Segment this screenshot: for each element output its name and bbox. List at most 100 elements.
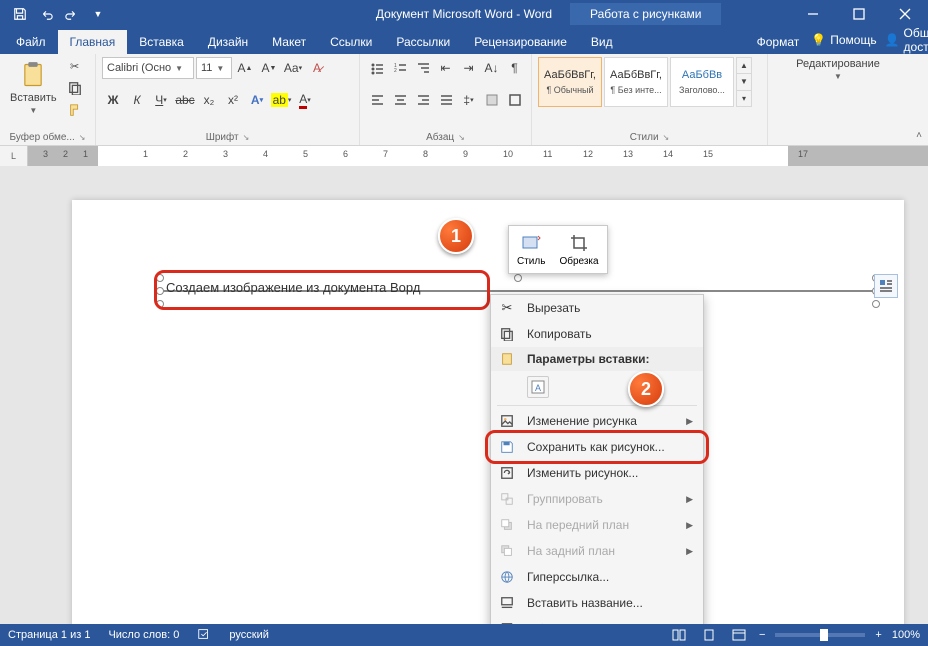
paste-button[interactable]: Вставить ▼ bbox=[6, 57, 61, 117]
resize-handle[interactable] bbox=[156, 287, 164, 295]
font-name-combo[interactable]: Calibri (Осно▼ bbox=[102, 57, 194, 79]
subscript-button[interactable]: x₂ bbox=[198, 89, 220, 111]
mini-crop-button[interactable]: Обрезка bbox=[555, 230, 602, 269]
superscript-button[interactable]: x² bbox=[222, 89, 244, 111]
tab-design[interactable]: Дизайн bbox=[196, 30, 260, 54]
tab-review[interactable]: Рецензирование bbox=[462, 30, 579, 54]
redo-icon[interactable] bbox=[62, 4, 82, 24]
style-heading1[interactable]: АаБбВвЗаголово... bbox=[670, 57, 734, 107]
tab-file[interactable]: Файл bbox=[4, 30, 58, 54]
line-spacing-button[interactable]: ‡▾ bbox=[458, 89, 479, 111]
dialog-launcher-icon[interactable]: ↘ bbox=[243, 133, 250, 142]
align-center-button[interactable] bbox=[389, 89, 410, 111]
resize-handle[interactable] bbox=[156, 300, 164, 308]
tab-insert[interactable]: Вставка bbox=[127, 30, 196, 54]
align-right-button[interactable] bbox=[412, 89, 433, 111]
resize-handle[interactable] bbox=[514, 274, 522, 282]
multilevel-button[interactable] bbox=[412, 57, 433, 79]
ctx-hyperlink[interactable]: Гиперссылка... bbox=[491, 564, 703, 590]
share-button[interactable]: 👤Общий доступ bbox=[885, 26, 928, 54]
horizontal-ruler[interactable]: 321 123 456 789 101112 131415 17 bbox=[28, 146, 928, 166]
style-normal[interactable]: АаБбВвГг,¶ Обычный bbox=[538, 57, 602, 107]
ctx-save-as-picture[interactable]: Сохранить как рисунок... bbox=[491, 434, 703, 460]
text-effects-button[interactable]: A▾ bbox=[246, 89, 268, 111]
status-language[interactable]: русский bbox=[229, 629, 268, 641]
change-case-button[interactable]: Aa▾ bbox=[282, 57, 304, 79]
gallery-expand-button[interactable]: ▾ bbox=[737, 91, 751, 106]
format-painter-button[interactable] bbox=[65, 101, 85, 119]
ruler-corner[interactable]: L bbox=[0, 146, 28, 166]
show-marks-button[interactable]: ¶ bbox=[504, 57, 525, 79]
underline-button[interactable]: Ч▾ bbox=[150, 89, 172, 111]
resize-handle[interactable] bbox=[872, 300, 880, 308]
tab-layout[interactable]: Макет bbox=[260, 30, 318, 54]
ruler-area: L 321 123 456 789 101112 131415 17 bbox=[0, 146, 928, 166]
editing-dropdown[interactable]: Редактирование ▼ bbox=[792, 57, 884, 83]
view-web-button[interactable] bbox=[729, 627, 749, 643]
gallery-up-button[interactable]: ▲ bbox=[737, 58, 751, 74]
scissors-icon: ✂ bbox=[70, 60, 79, 73]
italic-button[interactable]: К bbox=[126, 89, 148, 111]
status-page[interactable]: Страница 1 из 1 bbox=[8, 629, 90, 641]
dialog-launcher-icon[interactable]: ↘ bbox=[663, 133, 670, 142]
grow-font-button[interactable]: A▲ bbox=[234, 57, 256, 79]
bold-button[interactable]: Ж bbox=[102, 89, 124, 111]
bullets-button[interactable] bbox=[366, 57, 387, 79]
minimize-button[interactable] bbox=[790, 0, 836, 28]
status-words[interactable]: Число слов: 0 bbox=[108, 629, 179, 641]
qat-dropdown-icon[interactable]: ▼ bbox=[88, 4, 108, 24]
increase-indent-button[interactable]: ⇥ bbox=[458, 57, 479, 79]
close-button[interactable] bbox=[882, 0, 928, 28]
resize-handle[interactable] bbox=[156, 274, 164, 282]
borders-button[interactable] bbox=[504, 89, 525, 111]
numbering-button[interactable]: 12 bbox=[389, 57, 410, 79]
spellcheck-icon[interactable] bbox=[197, 627, 211, 644]
tab-home[interactable]: Главная bbox=[58, 30, 128, 54]
mini-style-button[interactable]: Стиль bbox=[513, 230, 549, 269]
ctx-copy[interactable]: Копировать bbox=[491, 321, 703, 347]
dialog-launcher-icon[interactable]: ↘ bbox=[79, 133, 86, 142]
zoom-slider[interactable] bbox=[775, 633, 865, 637]
justify-button[interactable] bbox=[435, 89, 456, 111]
style-no-spacing[interactable]: АаБбВвГг,¶ Без инте... bbox=[604, 57, 668, 107]
paste-picture-button[interactable]: A bbox=[527, 376, 549, 398]
view-print-button[interactable] bbox=[699, 627, 719, 643]
highlight-button[interactable]: ab▾ bbox=[270, 89, 292, 111]
ctx-cut[interactable]: ✂Вырезать bbox=[491, 295, 703, 321]
strike-button[interactable]: abc bbox=[174, 89, 196, 111]
view-read-button[interactable] bbox=[669, 627, 689, 643]
ctx-change-picture[interactable]: Изменить рисунок... bbox=[491, 460, 703, 486]
tab-references[interactable]: Ссылки bbox=[318, 30, 384, 54]
ctx-edit-picture[interactable]: Изменение рисунка▶ bbox=[491, 408, 703, 434]
decrease-indent-button[interactable]: ⇤ bbox=[435, 57, 456, 79]
page[interactable]: Создаем изображение из документа Ворд Ст… bbox=[72, 200, 904, 630]
shrink-font-button[interactable]: A▼ bbox=[258, 57, 280, 79]
font-color-button[interactable]: A▾ bbox=[294, 89, 316, 111]
shading-button[interactable] bbox=[481, 89, 502, 111]
maximize-button[interactable] bbox=[836, 0, 882, 28]
clear-format-button[interactable]: A̷ bbox=[306, 57, 328, 79]
cut-button[interactable]: ✂ bbox=[65, 57, 85, 75]
tab-mailings[interactable]: Рассылки bbox=[384, 30, 462, 54]
tab-view[interactable]: Вид bbox=[579, 30, 625, 54]
font-size-combo[interactable]: 11▼ bbox=[196, 57, 232, 79]
collapse-ribbon-button[interactable]: ˄ bbox=[916, 130, 922, 141]
help-button[interactable]: 💡Помощь bbox=[811, 33, 876, 47]
zoom-level[interactable]: 100% bbox=[892, 629, 920, 641]
zoom-in-button[interactable]: + bbox=[875, 629, 881, 641]
zoom-thumb[interactable] bbox=[820, 629, 828, 641]
align-left-button[interactable] bbox=[366, 89, 387, 111]
vertical-ruler[interactable] bbox=[0, 166, 28, 624]
tab-format[interactable]: Формат bbox=[745, 30, 812, 54]
sort-button[interactable]: A↓ bbox=[481, 57, 502, 79]
contextual-tab-group: Работа с рисунками bbox=[570, 3, 721, 25]
save-icon[interactable] bbox=[10, 4, 30, 24]
undo-icon[interactable] bbox=[36, 4, 56, 24]
ctx-insert-caption[interactable]: Вставить название... bbox=[491, 590, 703, 616]
copy-button[interactable] bbox=[65, 79, 85, 97]
layout-options-button[interactable] bbox=[874, 274, 898, 298]
dialog-launcher-icon[interactable]: ↘ bbox=[458, 133, 465, 142]
zoom-out-button[interactable]: − bbox=[759, 629, 765, 641]
gallery-down-button[interactable]: ▼ bbox=[737, 74, 751, 90]
styles-gallery[interactable]: АаБбВвГг,¶ Обычный АаБбВвГг,¶ Без инте..… bbox=[538, 57, 752, 107]
